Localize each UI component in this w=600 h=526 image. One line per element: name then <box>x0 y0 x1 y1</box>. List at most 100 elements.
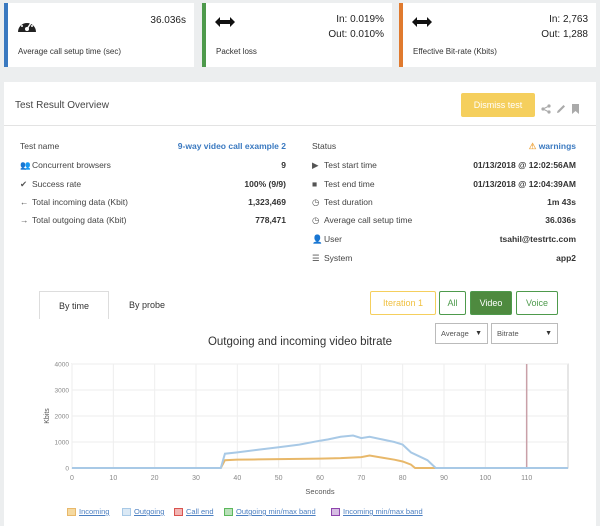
dismiss-test-button[interactable]: Dismiss test <box>461 93 535 117</box>
y-axis-label: Kbits <box>44 408 51 424</box>
row-label: Test name <box>20 141 60 151</box>
row-value: app2 <box>556 253 576 263</box>
row-label: Average call setup time <box>324 215 413 225</box>
row-value: 36.036s <box>545 215 576 225</box>
legend-outgoing[interactable]: Outgoing <box>122 507 164 516</box>
legend-incoming-band[interactable]: Incoming min/max band <box>331 507 423 516</box>
status-value: warnings <box>538 141 576 151</box>
x-axis-label: Seconds <box>305 487 334 496</box>
legend-swatch <box>122 507 131 516</box>
row-label: User <box>324 234 342 244</box>
filter-video-button[interactable]: Video <box>470 291 512 315</box>
share-icon[interactable] <box>541 101 551 119</box>
summary-row-duration: ◷ Test duration <box>312 197 373 208</box>
summary-row-browsers: 👥Concurrent browsers <box>20 160 111 171</box>
metric-value: 36.036s <box>150 15 186 26</box>
summary-row-system: ☰ System <box>312 253 352 264</box>
summary-row-avg-setup: ◷ Average call setup time <box>312 215 412 226</box>
row-label: Status <box>312 141 337 151</box>
arrow-right-icon: → <box>20 215 29 225</box>
row-value: 1m 43s <box>547 197 576 207</box>
user-icon: 👤 <box>312 234 323 244</box>
tab-by-probe[interactable]: By probe <box>112 291 182 319</box>
row-value: tsahil@testrtc.com <box>499 234 576 244</box>
status-badge: ⚠ warnings <box>529 141 576 152</box>
x-tick-label: 20 <box>151 475 159 482</box>
metric-label: Packet loss <box>216 47 257 56</box>
speedometer-icon <box>16 15 38 40</box>
row-label: Test start time <box>324 160 377 170</box>
metric-out-value: Out: 0.010% <box>328 29 384 40</box>
metric-label: Average call setup time (sec) <box>18 47 122 56</box>
x-tick-label: 110 <box>521 475 532 482</box>
legend-label: Call end <box>186 507 214 516</box>
row-value: 778,471 <box>255 215 286 225</box>
legend-call-end[interactable]: Call end <box>174 507 214 516</box>
legend-swatch <box>331 507 340 516</box>
x-tick-label: 80 <box>399 475 407 482</box>
warning-icon: ⚠ <box>528 141 539 151</box>
x-tick-label: 70 <box>357 475 365 482</box>
x-tick-label: 50 <box>275 475 283 482</box>
x-tick-label: 0 <box>70 475 74 482</box>
bitrate-line-chart: 0 10 20 30 40 50 60 70 80 90 100 110 0 1000 2000 3000 40… <box>44 362 569 496</box>
row-value: 1,323,469 <box>248 197 286 207</box>
bookmark-icon[interactable] <box>571 101 580 119</box>
metric-in-value: In: 0.019% <box>336 14 384 25</box>
y-tick-label: 3000 <box>55 388 70 395</box>
check-icon: ✔ <box>20 179 28 189</box>
y-tick-label: 2000 <box>55 414 70 421</box>
row-value: 01/13/2018 @ 12:04:39AM <box>473 179 576 189</box>
x-tick-label: 10 <box>109 475 117 482</box>
legend-swatch <box>174 507 183 516</box>
arrows-left-right-icon <box>411 15 433 34</box>
play-icon: ▶ <box>312 160 319 170</box>
metric-card-call-setup: 36.036s Average call setup time (sec) <box>4 3 194 67</box>
filter-voice-button[interactable]: Voice <box>516 291 558 315</box>
row-label: Success rate <box>32 179 82 189</box>
metric-card-bitrate: In: 2,763 Out: 1,288 Effective Bit-rate … <box>399 3 596 67</box>
server-icon: ☰ <box>312 253 320 263</box>
x-tick-label: 60 <box>316 475 324 482</box>
arrow-left-icon: ← <box>20 197 29 207</box>
legend-outgoing-band[interactable]: Outgoing min/max band <box>224 507 316 516</box>
summary-row-user: 👤User <box>312 234 342 245</box>
legend-swatch <box>224 507 233 516</box>
x-tick-label: 40 <box>233 475 241 482</box>
summary-row-test-name: Test name <box>20 141 59 151</box>
iteration-1-button[interactable]: Iteration 1 <box>370 291 436 315</box>
panel-title: Test Result Overview <box>15 100 109 111</box>
clock-icon: ◷ <box>312 197 320 207</box>
chart-title: Outgoing and incoming video bitrate <box>207 336 393 348</box>
summary-row-incoming: ← Total incoming data (Kbit) <box>20 197 128 207</box>
edit-icon[interactable] <box>556 101 566 119</box>
stop-icon: ■ <box>312 179 318 189</box>
clock-icon: ◷ <box>312 215 320 225</box>
row-label: Total incoming data (Kbit) <box>32 197 128 207</box>
filter-all-button[interactable]: All <box>439 291 466 315</box>
y-tick-label: 0 <box>65 466 69 473</box>
users-icon: 👥 <box>20 160 31 170</box>
x-tick-label: 100 <box>479 475 491 482</box>
arrows-left-right-icon <box>214 15 236 34</box>
row-label: Total outgoing data (Kbit) <box>32 215 127 225</box>
summary-row-end: ■ Test end time <box>312 179 375 189</box>
metric-out-value: Out: 1,288 <box>541 29 588 40</box>
metric-label: Effective Bit-rate (Kbits) <box>413 47 497 56</box>
summary-row-status: Status <box>312 141 336 151</box>
row-label: System <box>324 253 353 263</box>
tab-by-time[interactable]: By time <box>39 291 109 319</box>
panel-header-divider <box>4 125 596 126</box>
legend-incoming[interactable]: Incoming <box>67 507 109 516</box>
row-label: Test duration <box>324 197 373 207</box>
y-tick-label: 4000 <box>55 362 70 369</box>
legend-label: Outgoing <box>134 507 165 516</box>
legend-label: Outgoing min/max band <box>236 507 316 516</box>
x-tick-label: 90 <box>440 475 448 482</box>
row-value: 01/13/2018 @ 12:02:56AM <box>473 160 576 170</box>
legend-label: Incoming <box>79 507 110 516</box>
row-value: 100% (9/9) <box>244 179 286 189</box>
test-name-link[interactable]: 9-way video call example 2 <box>178 141 286 151</box>
y-tick-label: 1000 <box>55 440 70 447</box>
x-tick-label: 30 <box>192 475 200 482</box>
